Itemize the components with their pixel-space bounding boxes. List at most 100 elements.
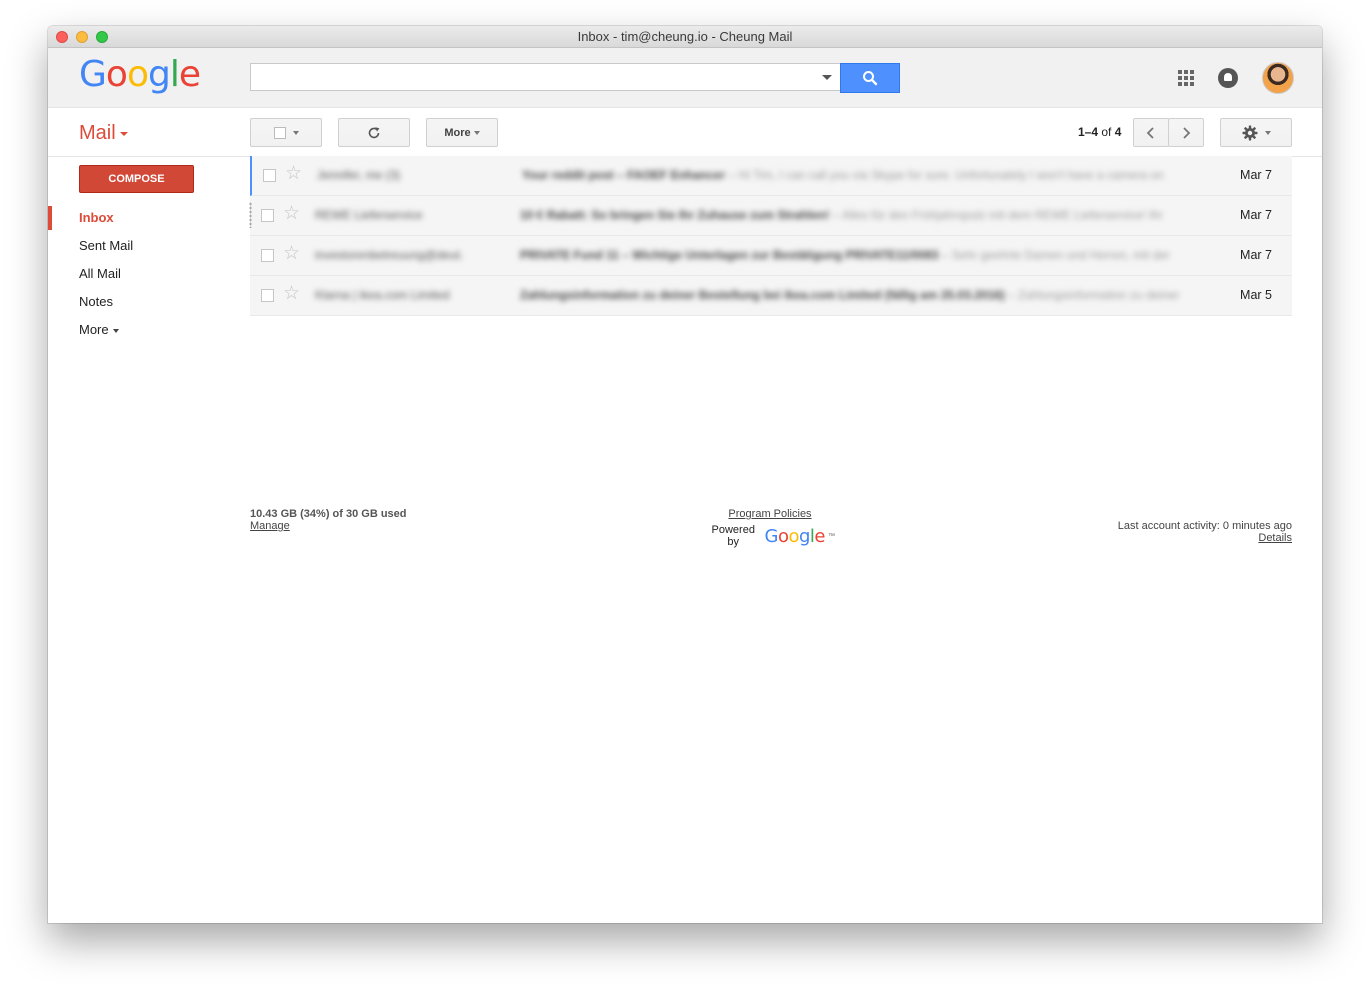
sidebar-item-label: Inbox bbox=[79, 210, 114, 225]
browser-window: Inbox - tim@cheung.io - Cheung Mail Goog… bbox=[48, 26, 1322, 923]
activity-details-link[interactable]: Details bbox=[1258, 532, 1292, 544]
email-snippet: – Sehr geehrte Damen und Herren, mit der bbox=[938, 248, 1170, 262]
compose-button[interactable]: COMPOSE bbox=[79, 165, 194, 193]
last-activity-text: Last account activity: 0 minutes ago bbox=[1117, 520, 1292, 532]
email-row[interactable]: ☆ Klarna | ikea.com Limited Zahlungsinfo… bbox=[250, 276, 1292, 316]
chevron-right-icon bbox=[1183, 126, 1191, 139]
sidebar-item-more[interactable]: More bbox=[48, 316, 248, 344]
refresh-icon bbox=[368, 126, 380, 138]
gear-icon bbox=[1242, 125, 1257, 140]
logo-letter: e bbox=[814, 525, 825, 547]
star-icon[interactable]: ☆ bbox=[283, 244, 300, 264]
sidebar-item-sent-mail[interactable]: Sent Mail bbox=[48, 232, 248, 260]
email-date: Mar 7 bbox=[1240, 208, 1272, 222]
email-subject-line: Zahlungsinformation zu deiner Bestellung… bbox=[520, 288, 1200, 302]
email-snippet: – Alles für den Frühjahrsputz mit dem RE… bbox=[829, 208, 1163, 222]
account-activity: Last account activity: 0 minutes ago Det… bbox=[1118, 520, 1292, 544]
logo-letter: e bbox=[178, 54, 201, 95]
email-subject: Zahlungsinformation zu deiner Bestellung… bbox=[520, 288, 1005, 302]
sidebar-item-all-mail[interactable]: All Mail bbox=[48, 260, 248, 288]
sidebar-item-label: More bbox=[79, 322, 109, 337]
chevron-left-icon bbox=[1146, 126, 1154, 139]
logo-letter: G bbox=[79, 54, 107, 95]
minimize-window-button[interactable] bbox=[76, 31, 88, 43]
sidebar-item-label: All Mail bbox=[79, 266, 121, 281]
storage-usage: 10.43 GB (34%) of 30 GB used bbox=[250, 508, 407, 520]
storage-info: 10.43 GB (34%) of 30 GB used Manage bbox=[250, 508, 407, 532]
powered-by-google-logo: Google bbox=[764, 526, 825, 547]
logo-letter: o bbox=[126, 54, 149, 95]
window-title: Inbox - tim@cheung.io - Cheung Mail bbox=[577, 29, 793, 44]
email-snippet: – Hi Tim, I can call you via Skype for s… bbox=[725, 168, 1164, 182]
logo-letter: o bbox=[105, 54, 128, 95]
mail-menu[interactable]: Mail bbox=[79, 122, 128, 145]
logo-letter: G bbox=[764, 525, 778, 547]
sidebar-item-inbox[interactable]: Inbox bbox=[48, 204, 248, 232]
pagination-total: 4 bbox=[1114, 125, 1122, 139]
email-row[interactable]: ☆ investorenbetreuung@deut. PRIVATE Fund… bbox=[250, 236, 1292, 276]
more-actions-label: More bbox=[444, 126, 471, 139]
more-actions-button[interactable]: More bbox=[426, 118, 498, 147]
older-button[interactable] bbox=[1168, 118, 1204, 147]
email-snippet: – Zahlungsinformation zu deiner bbox=[1004, 288, 1180, 302]
chevron-down-icon bbox=[473, 130, 480, 135]
chevron-down-icon bbox=[119, 131, 128, 136]
email-subject: 10 € Rabatt: So bringen Sie Ihr Zuhause … bbox=[520, 208, 830, 222]
logo-letter: g bbox=[147, 54, 171, 95]
mail-label: Mail bbox=[79, 122, 116, 144]
search-options-chevron-icon[interactable] bbox=[822, 75, 832, 80]
logo-letter: g bbox=[798, 525, 810, 547]
checkbox-icon bbox=[273, 126, 286, 139]
google-logo[interactable]: Google bbox=[79, 54, 201, 95]
settings-button[interactable] bbox=[1220, 118, 1292, 147]
pagination-range: 1–4 bbox=[1078, 125, 1099, 139]
email-row[interactable]: ☆ Jennifer, me (3) Your reddit post – FA… bbox=[250, 156, 1292, 196]
window-controls bbox=[56, 31, 108, 43]
header-actions bbox=[1178, 62, 1294, 94]
search-icon bbox=[863, 71, 878, 86]
star-icon[interactable]: ☆ bbox=[283, 204, 300, 224]
email-subject-line: 10 € Rabatt: So bringen Sie Ihr Zuhause … bbox=[520, 208, 1200, 222]
search-input[interactable] bbox=[250, 63, 840, 91]
chevron-down-icon bbox=[1264, 130, 1271, 135]
close-window-button[interactable] bbox=[56, 31, 68, 43]
email-subject-line: PRIVATE Fund 11 – Wichtige Unterlagen zu… bbox=[520, 248, 1200, 262]
row-checkbox[interactable] bbox=[263, 169, 276, 182]
email-subject: PRIVATE Fund 11 – Wichtige Unterlagen zu… bbox=[520, 248, 939, 262]
sidebar-item-notes[interactable]: Notes bbox=[48, 288, 248, 316]
email-list: ☆ Jennifer, me (3) Your reddit post – FA… bbox=[249, 156, 1292, 316]
apps-grid-icon[interactable] bbox=[1178, 70, 1194, 86]
chevron-down-icon bbox=[292, 130, 299, 135]
newer-button[interactable] bbox=[1133, 118, 1169, 147]
powered-by-label: Powered by bbox=[711, 524, 755, 548]
row-checkbox[interactable] bbox=[261, 289, 274, 302]
maximize-window-button[interactable] bbox=[96, 31, 108, 43]
account-avatar[interactable] bbox=[1262, 62, 1294, 94]
email-subject-line: Your reddit post – FAOEF Enhancer – Hi T… bbox=[522, 168, 1202, 182]
row-checkbox[interactable] bbox=[261, 249, 274, 262]
select-all-dropdown[interactable] bbox=[250, 118, 322, 147]
email-date: Mar 7 bbox=[1240, 248, 1272, 262]
chevron-down-icon bbox=[112, 328, 119, 333]
sidebar-item-label: Notes bbox=[79, 294, 113, 309]
refresh-button[interactable] bbox=[338, 118, 410, 147]
drag-handle-icon[interactable] bbox=[249, 202, 252, 228]
manage-storage-link[interactable]: Manage bbox=[250, 520, 290, 532]
row-checkbox[interactable] bbox=[261, 209, 274, 222]
search-button[interactable] bbox=[840, 63, 900, 93]
star-icon[interactable]: ☆ bbox=[285, 164, 302, 184]
email-date: Mar 5 bbox=[1240, 288, 1272, 302]
logo-letter: l bbox=[169, 54, 180, 95]
logo-letter: o bbox=[788, 525, 799, 547]
title-bar: Inbox - tim@cheung.io - Cheung Mail bbox=[48, 26, 1322, 48]
star-icon[interactable]: ☆ bbox=[283, 284, 300, 304]
app-header: Google bbox=[48, 48, 1322, 108]
email-row[interactable]: ☆ REWE Lieferservice 10 € Rabatt: So bri… bbox=[249, 196, 1292, 236]
program-policies-link[interactable]: Program Policies bbox=[728, 508, 811, 520]
sidebar-nav: Inbox Sent Mail All Mail Notes More bbox=[48, 204, 248, 344]
email-date: Mar 7 bbox=[1240, 168, 1272, 182]
trademark-mark: ™ bbox=[828, 532, 835, 540]
bell-icon[interactable] bbox=[1218, 68, 1238, 88]
logo-letter: o bbox=[777, 525, 789, 547]
footer-center: Program Policies Powered by Google ™ bbox=[705, 508, 835, 548]
